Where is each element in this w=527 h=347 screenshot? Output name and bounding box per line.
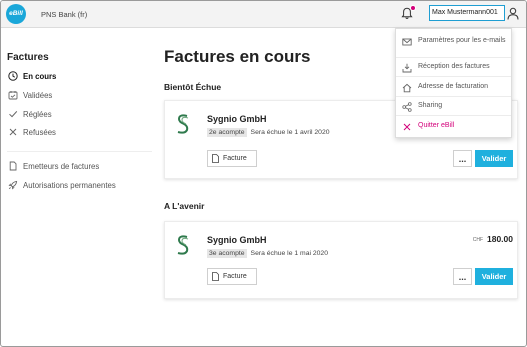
- bank-name: PNS Bank (fr): [41, 10, 88, 19]
- installment-tag: 3e acompte: [207, 249, 247, 258]
- calendar-check-icon: [7, 90, 18, 101]
- rocket-icon: [7, 180, 18, 191]
- mail-icon: [402, 37, 412, 47]
- sidebar-item-label: Réglées: [23, 109, 52, 119]
- close-icon: [402, 122, 412, 132]
- sidebar-item-autorisations[interactable]: Autorisations permanentes: [7, 179, 116, 191]
- menu-item-label: Quitter eBill: [418, 122, 455, 129]
- menu-divider: [396, 76, 511, 77]
- share-icon: [402, 102, 412, 112]
- amount-value: 180.00: [487, 234, 513, 244]
- home-icon: [402, 83, 412, 93]
- company-logo-icon: [177, 114, 189, 134]
- section-title-a-l-avenir: A L'avenir: [164, 201, 205, 211]
- facture-button-label: Facture: [223, 273, 247, 280]
- facture-button[interactable]: Facture: [207, 268, 257, 285]
- menu-item-quit[interactable]: Quitter eBill: [402, 122, 510, 132]
- menu-item-label: Réception des factures: [418, 63, 490, 70]
- sidebar-item-validees[interactable]: Validées: [7, 89, 52, 101]
- menu-divider: [396, 96, 511, 97]
- document-icon: [7, 161, 18, 172]
- more-options-button[interactable]: ...: [453, 268, 472, 285]
- invoice-meta: 3e acompte Sera échue le 1 mai 2020: [207, 249, 328, 258]
- more-options-button[interactable]: ...: [453, 150, 472, 167]
- invoice-amount: CHF 180.00: [473, 234, 513, 244]
- cross-icon: [7, 127, 18, 138]
- sidebar-divider: [7, 151, 152, 152]
- user-menu-button[interactable]: Max Mustermann001: [429, 5, 505, 21]
- user-icon[interactable]: [507, 7, 519, 20]
- valider-button[interactable]: Valider: [475, 268, 513, 285]
- document-icon: [212, 154, 219, 163]
- sidebar-item-label: Emetteurs de factures: [23, 161, 100, 171]
- sidebar-item-emetteurs[interactable]: Emetteurs de factures: [7, 160, 99, 172]
- invoice-card: Sygnio GmbH 3e acompte Sera échue le 1 m…: [164, 221, 518, 299]
- check-icon: [7, 109, 18, 120]
- due-date: Sera échue le 1 avril 2020: [250, 129, 330, 136]
- menu-divider: [396, 115, 511, 116]
- app-window: eBill PNS Bank (fr) Max Mustermann001 Fa…: [0, 0, 527, 347]
- ebill-logo[interactable]: eBill: [6, 4, 26, 24]
- company-name: Sygnio GmbH: [207, 235, 267, 245]
- company-name: Sygnio GmbH: [207, 114, 267, 124]
- menu-item-label: Adresse de facturation: [418, 83, 489, 90]
- section-title-bientot-echue: Bientôt Échue: [164, 82, 222, 92]
- currency-label: CHF: [472, 237, 483, 243]
- menu-item-reception[interactable]: Réception des factures: [402, 63, 510, 73]
- menu-item-label: Paramètres pour les e-mails: [418, 37, 506, 44]
- menu-item-email-settings[interactable]: Paramètres pour les e-mails: [402, 37, 510, 47]
- menu-item-sharing[interactable]: Sharing: [402, 102, 510, 112]
- due-date: Sera échue le 1 mai 2020: [250, 250, 328, 257]
- inbox-icon: [402, 63, 412, 73]
- page-title: Factures en cours: [164, 47, 311, 66]
- sidebar-item-label: En cours: [23, 71, 57, 81]
- menu-item-billing-address[interactable]: Adresse de facturation: [402, 83, 510, 93]
- sidebar-item-label: Validées: [23, 90, 53, 100]
- invoice-meta: 2e acompte Sera échue le 1 avril 2020: [207, 128, 330, 137]
- menu-item-label: Sharing: [418, 102, 443, 109]
- sidebar-title: Factures: [7, 52, 49, 63]
- menu-divider: [396, 57, 511, 58]
- notification-badge: [410, 5, 416, 11]
- sidebar-item-label: Autorisations permanentes: [23, 180, 116, 190]
- user-dropdown-menu: Paramètres pour les e-mails Réception de…: [395, 28, 512, 138]
- sidebar-item-refusees[interactable]: Refusées: [7, 126, 56, 138]
- document-icon: [212, 272, 219, 281]
- top-bar: eBill PNS Bank (fr) Max Mustermann001: [1, 1, 526, 28]
- sidebar-item-reglees[interactable]: Réglées: [7, 108, 52, 120]
- sidebar-item-label: Refusées: [23, 127, 56, 137]
- company-logo-icon: [177, 235, 189, 255]
- clock-icon: [7, 71, 18, 82]
- sidebar-item-en-cours[interactable]: En cours: [7, 70, 56, 82]
- facture-button-label: Facture: [223, 155, 247, 162]
- facture-button[interactable]: Facture: [207, 150, 257, 167]
- installment-tag: 2e acompte: [207, 128, 247, 137]
- valider-button[interactable]: Valider: [475, 150, 513, 167]
